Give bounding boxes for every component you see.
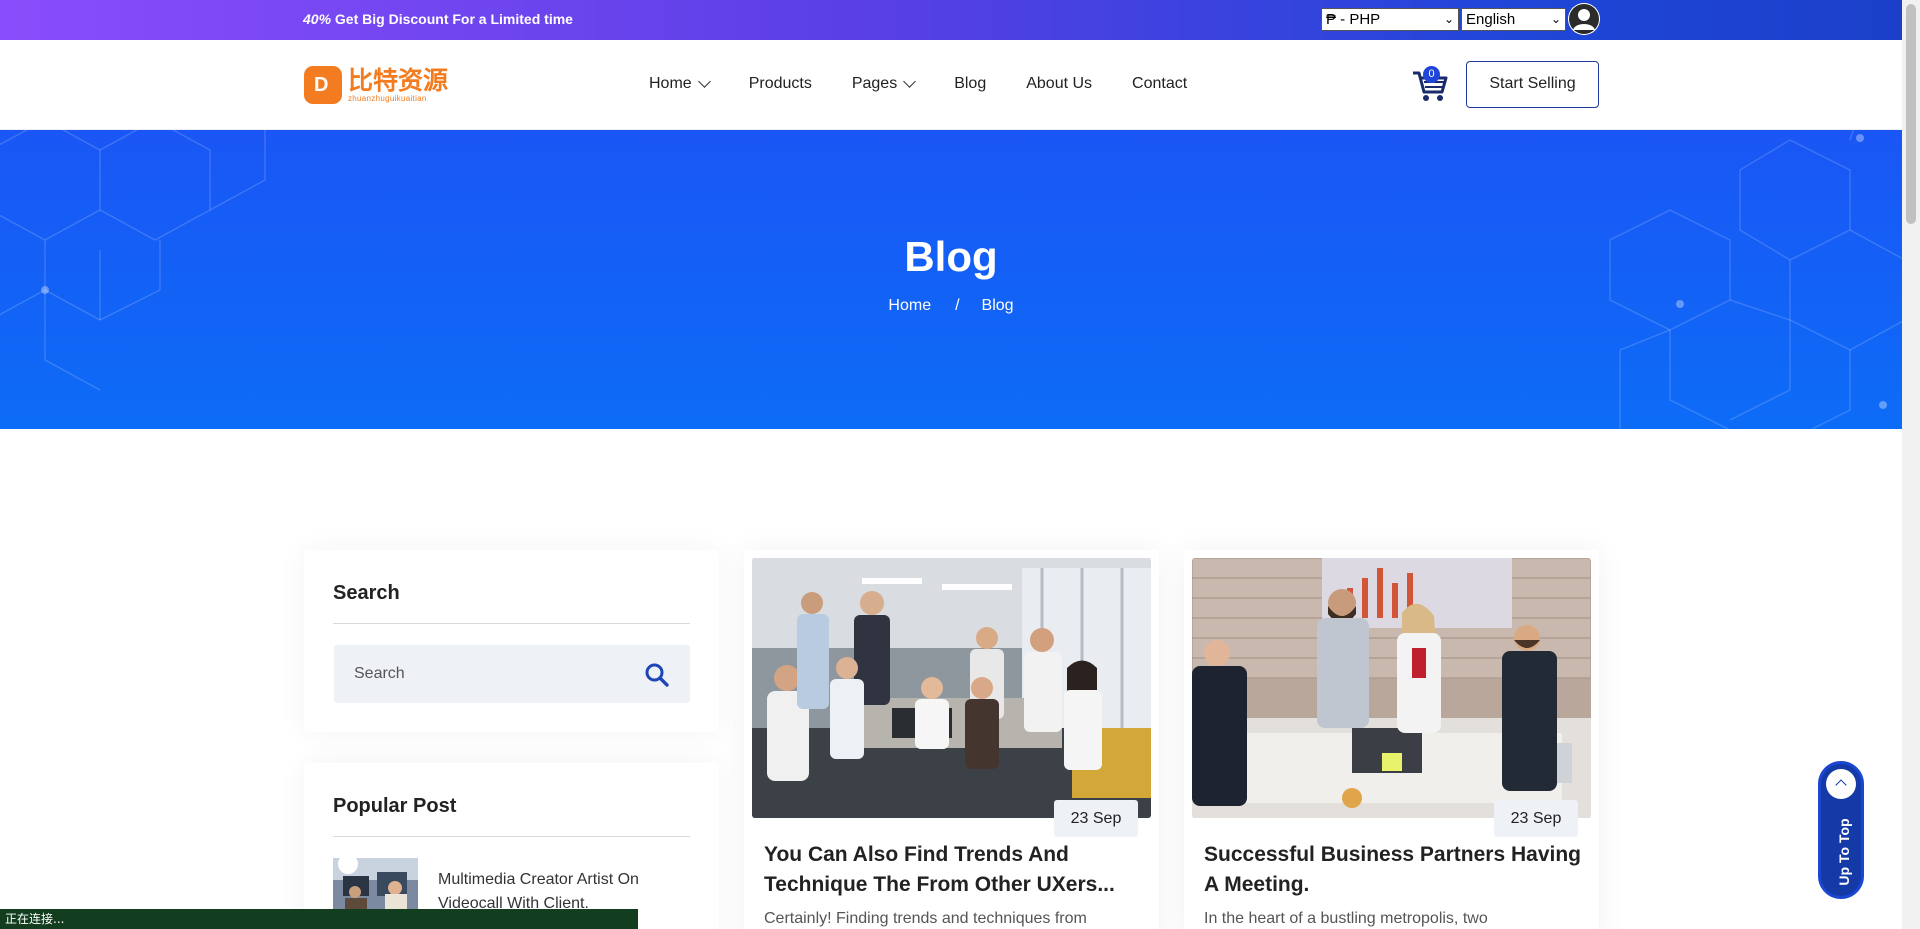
- nav-label: About Us: [1026, 75, 1093, 92]
- chevron-up-icon: [1826, 769, 1856, 799]
- currency-value: ₱ - PHP: [1326, 11, 1381, 28]
- post-title[interactable]: Successful Business Partners Having A Me…: [1204, 840, 1584, 900]
- promo-text: 40% Get Big Discount For a Limited time: [303, 11, 573, 27]
- chevron-down-icon: ⌄: [1443, 12, 1454, 26]
- breadcrumb-home[interactable]: Home: [888, 297, 931, 314]
- nav-products[interactable]: Products: [749, 75, 812, 93]
- post-excerpt: In the heart of a bustling metropolis, t…: [1204, 910, 1488, 927]
- blog-post-card[interactable]: 23 Sep You Can Also Find Trends And Tech…: [744, 550, 1159, 929]
- nav-home[interactable]: Home: [649, 75, 711, 93]
- main-nav: Home Products Pages Blog About Us Contac…: [649, 75, 1227, 93]
- nav-pages[interactable]: Pages: [851, 75, 917, 93]
- nav-blog[interactable]: Blog: [954, 75, 986, 93]
- nav-label: Pages: [851, 75, 898, 92]
- nav-contact[interactable]: Contact: [1132, 75, 1187, 93]
- page-scrollbar[interactable]: [1902, 0, 1920, 929]
- search-input[interactable]: [334, 645, 634, 703]
- language-value: English: [1466, 11, 1516, 28]
- popular-post-title: Popular Post: [333, 795, 457, 817]
- divider: [333, 836, 690, 837]
- search-box: [334, 645, 690, 703]
- user-avatar-icon[interactable]: [1568, 3, 1600, 35]
- promo-bar: 40% Get Big Discount For a Limited time …: [0, 0, 1902, 40]
- nav-about-us[interactable]: About Us: [1026, 75, 1092, 93]
- logo-subtext: zhuanzhuguikuaitian: [348, 93, 427, 103]
- nav-label: Blog: [954, 75, 987, 92]
- logo-mark-icon: D: [304, 66, 342, 104]
- nav-label: Contact: [1132, 75, 1188, 92]
- promo-message: Get Big Discount For a Limited time: [331, 11, 573, 27]
- divider: [333, 623, 690, 624]
- nav-label: Home: [649, 75, 692, 92]
- post-image[interactable]: [752, 558, 1151, 818]
- page-title: Blog: [904, 233, 998, 280]
- promo-discount: 40%: [303, 11, 332, 27]
- start-selling-button[interactable]: Start Selling: [1466, 61, 1599, 108]
- breadcrumb-current: Blog: [981, 297, 1014, 314]
- scrollbar-thumb[interactable]: [1906, 4, 1916, 224]
- language-select[interactable]: English ⌄: [1461, 8, 1566, 31]
- blog-post-card[interactable]: 23 Sep Successful Business Partners Havi…: [1184, 550, 1599, 929]
- search-widget-title: Search: [333, 582, 400, 604]
- currency-select[interactable]: ₱ - PHP ⌄: [1321, 8, 1459, 31]
- post-date: 23 Sep: [1054, 800, 1138, 837]
- chevron-down-icon: [697, 75, 711, 88]
- post-image[interactable]: [1192, 558, 1591, 818]
- site-logo[interactable]: D 比特资源 zhuanzhuguikuaitian: [304, 65, 448, 105]
- chevron-down-icon: [903, 75, 917, 88]
- chevron-down-icon: ⌄: [1550, 12, 1561, 26]
- cart-count-badge: 0: [1423, 66, 1440, 83]
- nav-label: Products: [748, 75, 812, 92]
- browser-status-bar: 正在连接...: [0, 909, 638, 929]
- post-title[interactable]: You Can Also Find Trends And Technique T…: [764, 840, 1144, 900]
- search-widget: Search: [304, 550, 719, 732]
- popular-post-widget: Popular Post Multimedia Creator Artist O…: [304, 763, 719, 929]
- post-date: 23 Sep: [1494, 800, 1578, 837]
- site-header: D 比特资源 zhuanzhuguikuaitian Home Products…: [0, 40, 1902, 130]
- breadcrumb-separator: /: [955, 297, 960, 314]
- search-icon[interactable]: [644, 662, 670, 688]
- logo-text: 比特资源: [348, 65, 449, 95]
- up-to-top-label: Up To Top: [1836, 818, 1852, 886]
- page-hero: Blog Home / Blog: [0, 130, 1902, 429]
- post-excerpt: Certainly! Finding trends and techniques…: [764, 910, 1087, 927]
- up-to-top-button[interactable]: Up To Top: [1818, 761, 1864, 899]
- breadcrumb: Home / Blog: [0, 297, 1902, 315]
